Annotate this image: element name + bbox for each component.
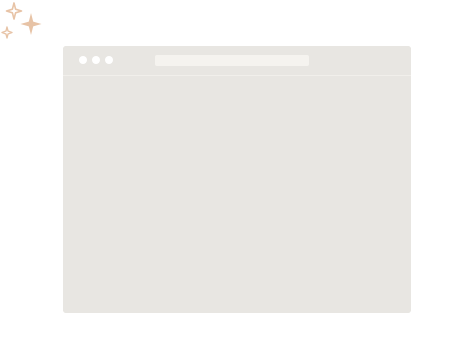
sparkle-small-outline <box>5 2 23 20</box>
browser-titlebar <box>63 46 411 76</box>
illustration-stage <box>0 0 474 353</box>
sparkle-large <box>20 13 42 35</box>
sparkles-icon <box>1 2 42 39</box>
window-minimize-dot[interactable] <box>92 56 100 64</box>
sparkle-tiny-outline <box>1 26 13 39</box>
browser-window <box>63 46 411 313</box>
browser-content-area <box>63 76 411 313</box>
window-maximize-dot[interactable] <box>105 56 113 64</box>
window-close-dot[interactable] <box>79 56 87 64</box>
address-bar[interactable] <box>155 55 309 66</box>
